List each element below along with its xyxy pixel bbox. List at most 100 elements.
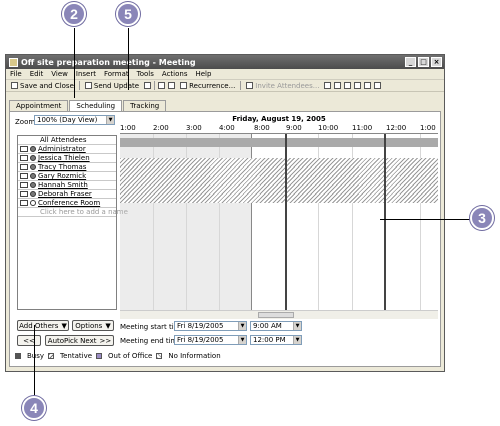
attendee-name[interactable]: Administrator bbox=[38, 145, 86, 153]
maximize-button[interactable]: □ bbox=[418, 57, 429, 67]
envelope-icon[interactable] bbox=[20, 173, 28, 179]
minimize-button[interactable]: _ bbox=[405, 57, 416, 67]
time-label: 11:00 bbox=[352, 124, 373, 132]
horizontal-scrollbar[interactable] bbox=[120, 310, 438, 319]
attendance-icon[interactable] bbox=[30, 164, 36, 170]
no-info-swatch bbox=[156, 353, 163, 359]
delete-icon[interactable] bbox=[344, 82, 352, 89]
attendance-icon[interactable] bbox=[30, 182, 36, 188]
callout-3: 3 bbox=[470, 206, 494, 230]
send-icon bbox=[84, 82, 92, 89]
autopick-label: AutoPick Next bbox=[47, 336, 97, 345]
meeting-icon bbox=[9, 57, 18, 67]
attendee-row[interactable]: Gary Rozmick bbox=[18, 172, 116, 181]
tentative-swatch bbox=[48, 353, 55, 359]
attendance-icon[interactable] bbox=[30, 200, 36, 206]
busy-swatch bbox=[15, 353, 21, 359]
window-title: Off site preparation meeting - Meeting bbox=[21, 57, 196, 67]
envelope-icon[interactable] bbox=[20, 191, 28, 197]
time-label: 9:00 bbox=[286, 124, 302, 132]
grid-date: Friday, August 19, 2005 bbox=[232, 115, 326, 123]
recurrence-icon bbox=[180, 82, 188, 89]
legend-out-of-office: Out of Office bbox=[108, 352, 153, 360]
attach-icon[interactable] bbox=[144, 82, 152, 89]
attendee-row[interactable]: Conference Room bbox=[18, 199, 116, 208]
attendee-row[interactable]: Deborah Fraser bbox=[18, 190, 116, 199]
end-time-select[interactable]: 12:00 PM ▼ bbox=[250, 335, 302, 345]
all-attendees-busy-bar bbox=[120, 138, 438, 147]
print-icon[interactable] bbox=[158, 82, 166, 89]
attendee-row[interactable]: Hannah Smith bbox=[18, 181, 116, 190]
menu-help[interactable]: Help bbox=[195, 70, 211, 78]
attendee-name[interactable]: Gary Rozmick bbox=[38, 172, 86, 180]
time-label: 8:00 bbox=[254, 124, 270, 132]
attendee-list: All Attendees Administrator Jessica Thie… bbox=[17, 135, 128, 310]
zoom-select[interactable]: 100% (Day View) ▼ bbox=[34, 115, 115, 125]
attendee-name[interactable]: Conference Room bbox=[38, 199, 100, 207]
menu-edit[interactable]: Edit bbox=[30, 70, 44, 78]
close-button[interactable]: × bbox=[431, 57, 442, 67]
previous-item-icon[interactable] bbox=[354, 82, 362, 89]
autopick-forward-label: >> bbox=[99, 336, 112, 345]
chevron-down-icon: ▼ bbox=[293, 322, 301, 330]
menu-bar: File Edit View Insert Format Tools Actio… bbox=[6, 69, 444, 80]
envelope-icon[interactable] bbox=[20, 182, 28, 188]
busy-bar bbox=[120, 185, 438, 194]
attendance-icon[interactable] bbox=[30, 146, 36, 152]
meeting-end-drag-bar[interactable] bbox=[384, 134, 386, 310]
options-button[interactable]: Options ▼ bbox=[72, 320, 114, 331]
start-time-select[interactable]: 9:00 AM ▼ bbox=[250, 321, 302, 331]
freebusy-grid[interactable]: Friday, August 19, 2005 1:00 2:00 3:00 4… bbox=[120, 115, 438, 310]
invite-icon bbox=[246, 82, 254, 89]
attendee-name[interactable]: Tracy Thomas bbox=[38, 163, 86, 171]
envelope-icon[interactable] bbox=[20, 146, 28, 152]
autopick-back-button[interactable]: << bbox=[17, 335, 41, 346]
help-icon[interactable] bbox=[374, 82, 382, 89]
callout-5: 5 bbox=[116, 2, 140, 26]
envelope-icon[interactable] bbox=[20, 164, 28, 170]
send-update-button[interactable]: Send Update bbox=[83, 81, 141, 91]
callout-2: 2 bbox=[62, 2, 86, 26]
tab-tracking[interactable]: Tracking bbox=[123, 100, 167, 111]
menu-tools[interactable]: Tools bbox=[137, 70, 154, 78]
end-date-select[interactable]: Fri 8/19/2005 ▼ bbox=[174, 335, 247, 345]
attendance-icon[interactable] bbox=[30, 173, 36, 179]
envelope-icon[interactable] bbox=[20, 155, 28, 161]
attendee-row[interactable]: Administrator bbox=[18, 145, 116, 154]
attendee-row[interactable]: Tracy Thomas bbox=[18, 163, 116, 172]
importance-low-icon[interactable] bbox=[334, 82, 342, 89]
add-others-button[interactable]: Add Others ▼ bbox=[17, 320, 69, 331]
meeting-start-drag-bar[interactable] bbox=[285, 134, 287, 310]
attendee-name[interactable]: Jessica Thielen bbox=[38, 154, 90, 162]
save-close-button[interactable]: Save and Close bbox=[9, 81, 76, 91]
invite-attendees-button[interactable]: Invite Attendees... bbox=[244, 81, 321, 91]
attendee-name[interactable]: Deborah Fraser bbox=[38, 190, 92, 198]
importance-high-icon[interactable] bbox=[324, 82, 332, 89]
menu-format[interactable]: Format bbox=[104, 70, 129, 78]
scheduling-panel: Zoom: 100% (Day View) ▼ All Attendees Ad… bbox=[9, 111, 441, 367]
menu-view[interactable]: View bbox=[51, 70, 68, 78]
add-name-input[interactable]: Click here to add a name bbox=[18, 208, 128, 217]
recurrence-label: Recurrence... bbox=[189, 81, 236, 90]
tab-appointment[interactable]: Appointment bbox=[9, 100, 69, 111]
autopick-next-button[interactable]: AutoPick Next >> bbox=[45, 335, 114, 346]
menu-actions[interactable]: Actions bbox=[162, 70, 188, 78]
send-update-label: Send Update bbox=[93, 81, 140, 90]
attendance-icon[interactable] bbox=[30, 155, 36, 161]
out-of-office-swatch bbox=[96, 353, 103, 359]
attendee-name[interactable]: Hannah Smith bbox=[38, 181, 88, 189]
calendar-icon[interactable] bbox=[168, 82, 176, 89]
start-date-select[interactable]: Fri 8/19/2005 ▼ bbox=[174, 321, 247, 331]
time-label: 4:00 bbox=[219, 124, 235, 132]
attendee-row[interactable]: Jessica Thielen bbox=[18, 154, 116, 163]
next-item-icon[interactable] bbox=[364, 82, 372, 89]
menu-insert[interactable]: Insert bbox=[76, 70, 96, 78]
attendance-icon[interactable] bbox=[30, 191, 36, 197]
menu-file[interactable]: File bbox=[10, 70, 22, 78]
invite-label: Invite Attendees... bbox=[255, 81, 320, 90]
all-attendees-row: All Attendees bbox=[18, 136, 116, 145]
scrollbar-thumb[interactable] bbox=[258, 312, 294, 318]
envelope-icon[interactable] bbox=[20, 200, 28, 206]
add-others-label: Add Others bbox=[19, 321, 59, 330]
recurrence-button[interactable]: Recurrence... bbox=[178, 81, 237, 91]
